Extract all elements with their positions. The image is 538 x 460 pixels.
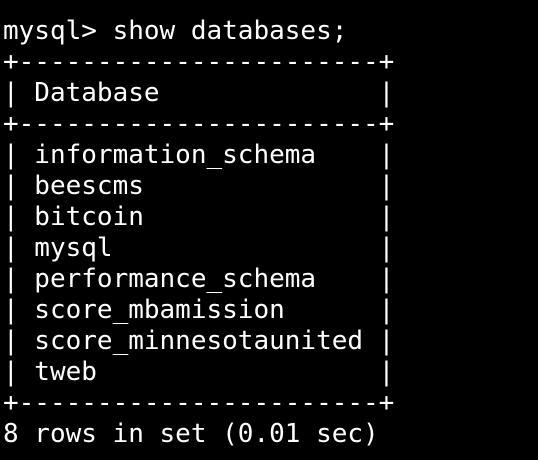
table-header-row: | Database | xyxy=(3,78,395,108)
table-row: | beescms | xyxy=(3,171,395,201)
table-row: | bitcoin | xyxy=(3,202,395,232)
table-border-top: +-----------------------+ xyxy=(3,47,395,77)
table-border-mid: +-----------------------+ xyxy=(3,109,395,139)
table-row: | score_mbamission | xyxy=(3,295,395,325)
table-border-bottom: +-----------------------+ xyxy=(3,388,395,418)
table-row: | tweb | xyxy=(3,357,395,387)
table-row: | information_schema | xyxy=(3,140,395,170)
prompt-line: mysql> show databases; xyxy=(3,16,348,46)
table-row: | performance_schema | xyxy=(3,264,395,294)
terminal-window[interactable]: mysql> show databases; +----------------… xyxy=(0,0,538,460)
table-row: | score_minnesotaunited | xyxy=(3,326,395,356)
table-row: | mysql | xyxy=(3,233,395,263)
result-summary: 8 rows in set (0.01 sec) xyxy=(3,419,379,449)
